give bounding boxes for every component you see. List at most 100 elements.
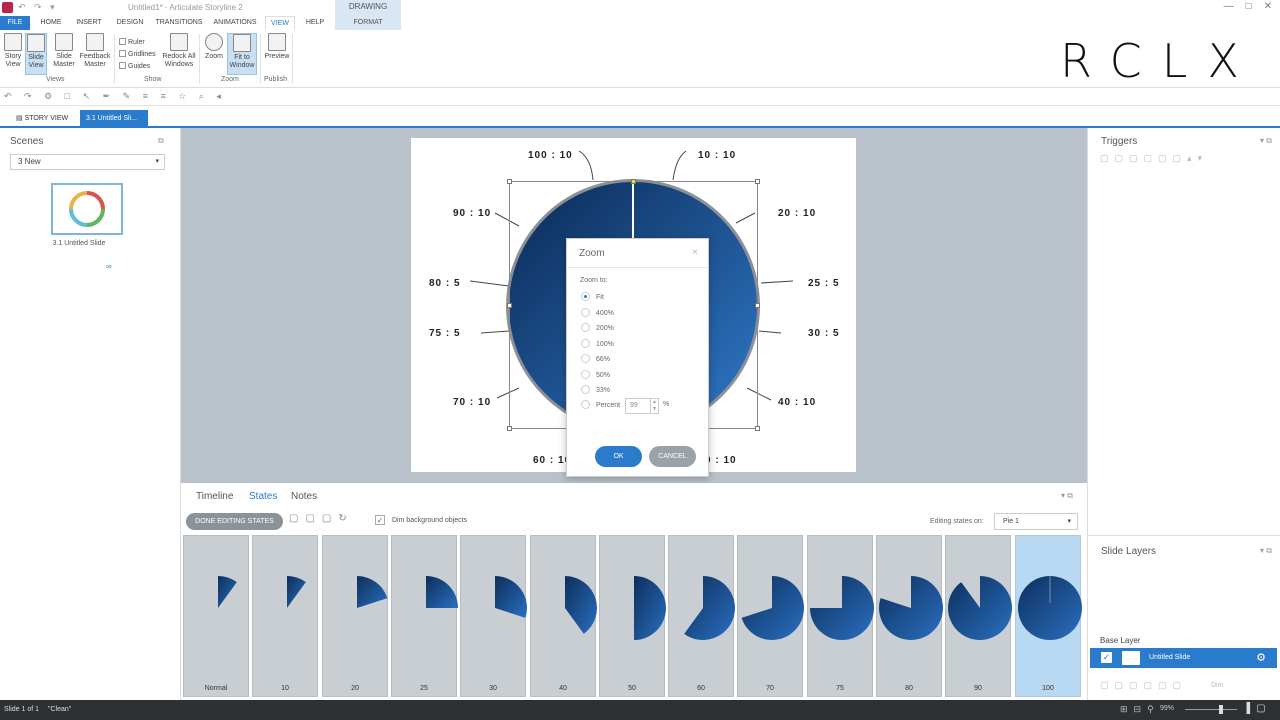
state-pie-icon bbox=[684, 576, 735, 640]
state-tile-60[interactable]: 60 bbox=[668, 535, 735, 697]
tab-states[interactable]: States bbox=[249, 491, 277, 502]
fit-window-icon[interactable]: ▐▢ bbox=[1243, 703, 1272, 714]
zoom-dialog-title: Zoom bbox=[579, 248, 605, 259]
tab-format[interactable]: FORMAT bbox=[335, 16, 401, 30]
state-pie-icon bbox=[741, 576, 805, 640]
zoom-option-100[interactable]: 100% bbox=[581, 339, 614, 348]
state-tile-25[interactable]: 25 bbox=[391, 535, 458, 697]
close-button[interactable]: ✕ bbox=[1264, 1, 1272, 12]
cancel-button[interactable]: CANCEL bbox=[649, 446, 696, 467]
feedback-master-icon bbox=[86, 33, 104, 51]
zoom-option-50[interactable]: 50% bbox=[581, 370, 610, 379]
adjust-handle[interactable] bbox=[631, 179, 636, 184]
state-tile-90[interactable]: 90 bbox=[945, 535, 1012, 697]
tab-home[interactable]: HOME bbox=[36, 16, 66, 30]
slide-tab[interactable]: 3.1 Untitled Sli... bbox=[80, 110, 148, 128]
close-icon[interactable]: × bbox=[692, 247, 698, 258]
tab-transitions[interactable]: TRANSITIONS bbox=[152, 16, 206, 30]
tab-insert[interactable]: INSERT bbox=[72, 16, 106, 30]
slide-master-button[interactable]: Slide Master bbox=[51, 33, 77, 69]
zoom-option-percent[interactable]: Percent bbox=[581, 400, 620, 409]
state-tile-40[interactable]: 40 bbox=[530, 535, 598, 697]
slide-view-button[interactable]: Slide View bbox=[25, 33, 47, 75]
story-view-button[interactable]: Story View bbox=[2, 33, 24, 69]
triggers-toolbar[interactable]: ▢▢▢▢▢▢▴▾ bbox=[1100, 153, 1280, 169]
ok-button[interactable]: OK bbox=[595, 446, 642, 467]
tab-design[interactable]: DESIGN bbox=[112, 16, 148, 30]
resize-handle[interactable] bbox=[507, 303, 512, 308]
zoom-option-66[interactable]: 66% bbox=[581, 354, 610, 363]
zoom-option-fit[interactable]: Fit bbox=[581, 292, 604, 301]
zoom-slider[interactable] bbox=[1185, 709, 1237, 710]
guides-checkbox[interactable]: Guides bbox=[119, 62, 150, 70]
slide-view-icon bbox=[27, 34, 45, 52]
done-editing-states-button[interactable]: DONE EDITING STATES bbox=[186, 513, 283, 530]
panel-pin-icon[interactable]: ▾ ⧉ bbox=[1260, 136, 1272, 146]
state-tile-30[interactable]: 30 bbox=[460, 535, 527, 697]
states-toolbar[interactable]: ▢▢▢↻ bbox=[289, 513, 354, 524]
label-75: 75 : 5 bbox=[429, 328, 461, 339]
dim-label[interactable]: Dim bbox=[1211, 682, 1223, 689]
zoom-option-200[interactable]: 200% bbox=[581, 323, 614, 332]
state-tile-80[interactable]: 80 bbox=[876, 535, 944, 697]
status-icons[interactable]: ⊞⊟⚲ bbox=[1120, 704, 1160, 715]
zoom-option-400[interactable]: 400% bbox=[581, 308, 614, 317]
minimize-button[interactable]: — bbox=[1224, 1, 1234, 12]
maximize-button[interactable]: □ bbox=[1246, 1, 1252, 12]
tab-help[interactable]: HELP bbox=[300, 16, 330, 30]
zoom-button[interactable]: Zoom bbox=[203, 33, 225, 61]
fit-to-window-button[interactable]: Fit to Window bbox=[227, 33, 257, 75]
link-icon[interactable]: ∞ bbox=[106, 262, 112, 271]
dim-background-label: Dim background objects bbox=[392, 517, 468, 524]
resize-handle[interactable] bbox=[507, 179, 512, 184]
editing-states-dropdown[interactable]: Pie 1 ▾ bbox=[994, 513, 1078, 530]
resize-handle[interactable] bbox=[755, 303, 760, 308]
state-label: 40 bbox=[559, 685, 567, 692]
state-pie-icon bbox=[879, 576, 944, 640]
percent-unit: % bbox=[663, 401, 670, 408]
state-tile-70[interactable]: 70 bbox=[737, 535, 805, 697]
tab-animations[interactable]: ANIMATIONS bbox=[210, 16, 260, 30]
state-tile-75[interactable]: 75 bbox=[807, 535, 874, 697]
percent-input[interactable]: 99 bbox=[625, 398, 651, 414]
gridlines-checkbox[interactable]: Gridlines bbox=[119, 50, 156, 58]
state-tile-10[interactable]: 10 bbox=[252, 535, 318, 697]
zoom-slider-handle[interactable] bbox=[1219, 705, 1223, 714]
state-tile-100[interactable]: 100 bbox=[1015, 535, 1082, 697]
base-layer-name: Untitled Slide bbox=[1149, 654, 1191, 661]
layer-visible-checkbox[interactable]: ✓ bbox=[1101, 652, 1112, 663]
slide-thumbnail[interactable] bbox=[51, 183, 123, 235]
story-view-tab[interactable]: ▤ STORY VIEW bbox=[10, 110, 74, 128]
tab-timeline[interactable]: Timeline bbox=[196, 491, 233, 502]
state-pie-icon bbox=[357, 576, 388, 608]
redock-windows-button[interactable]: Redock All Windows bbox=[160, 33, 198, 69]
layers-toolbar[interactable]: ▢▢▢▢▢▢ bbox=[1100, 680, 1187, 691]
zoom-percent: 99% bbox=[1160, 705, 1175, 712]
base-layer-row[interactable]: ✓ Untitled Slide ⚙ bbox=[1090, 648, 1277, 668]
panel-pin-icon[interactable]: ▾ ⧉ bbox=[1260, 546, 1272, 556]
resize-handle[interactable] bbox=[755, 426, 760, 431]
pie-slice bbox=[565, 576, 598, 634]
ruler-checkbox[interactable]: Ruler bbox=[119, 38, 145, 46]
gear-icon[interactable]: ⚙ bbox=[1256, 651, 1266, 664]
preview-button[interactable]: Preview bbox=[263, 33, 291, 61]
quick-access-toolbar[interactable]: ↶ ↷ ▾ bbox=[18, 2, 58, 13]
scene-dropdown[interactable]: 3 New ▾ bbox=[10, 154, 165, 170]
zoom-option-33[interactable]: 33% bbox=[581, 385, 610, 394]
percent-stepper[interactable]: ▲ ▼ bbox=[651, 398, 659, 414]
tab-file[interactable]: FILE bbox=[0, 16, 30, 30]
state-tile-50[interactable]: 50 bbox=[599, 535, 666, 697]
resize-handle[interactable] bbox=[507, 426, 512, 431]
tab-notes[interactable]: Notes bbox=[291, 491, 317, 502]
state-label: 100 bbox=[1042, 685, 1054, 692]
tab-view[interactable]: VIEW bbox=[265, 16, 295, 30]
resize-handle[interactable] bbox=[755, 179, 760, 184]
dim-background-checkbox[interactable]: ✓ bbox=[375, 515, 385, 525]
panel-pin-icon[interactable]: ⧉ bbox=[158, 136, 164, 146]
formatting-toolbar[interactable]: ↶ ↷ ⚙ □ ↖ ✒ ✎ ≡ ≡ ☆ ⌕ ◂ bbox=[0, 88, 1280, 106]
feedback-master-button[interactable]: Feedback Master bbox=[78, 33, 112, 69]
panel-pin-icon[interactable]: ▾ ⧉ bbox=[1061, 491, 1073, 501]
state-tile-20[interactable]: 20 bbox=[322, 535, 388, 697]
radio-icon bbox=[581, 385, 590, 394]
state-tile-normal[interactable]: Normal bbox=[183, 535, 249, 697]
